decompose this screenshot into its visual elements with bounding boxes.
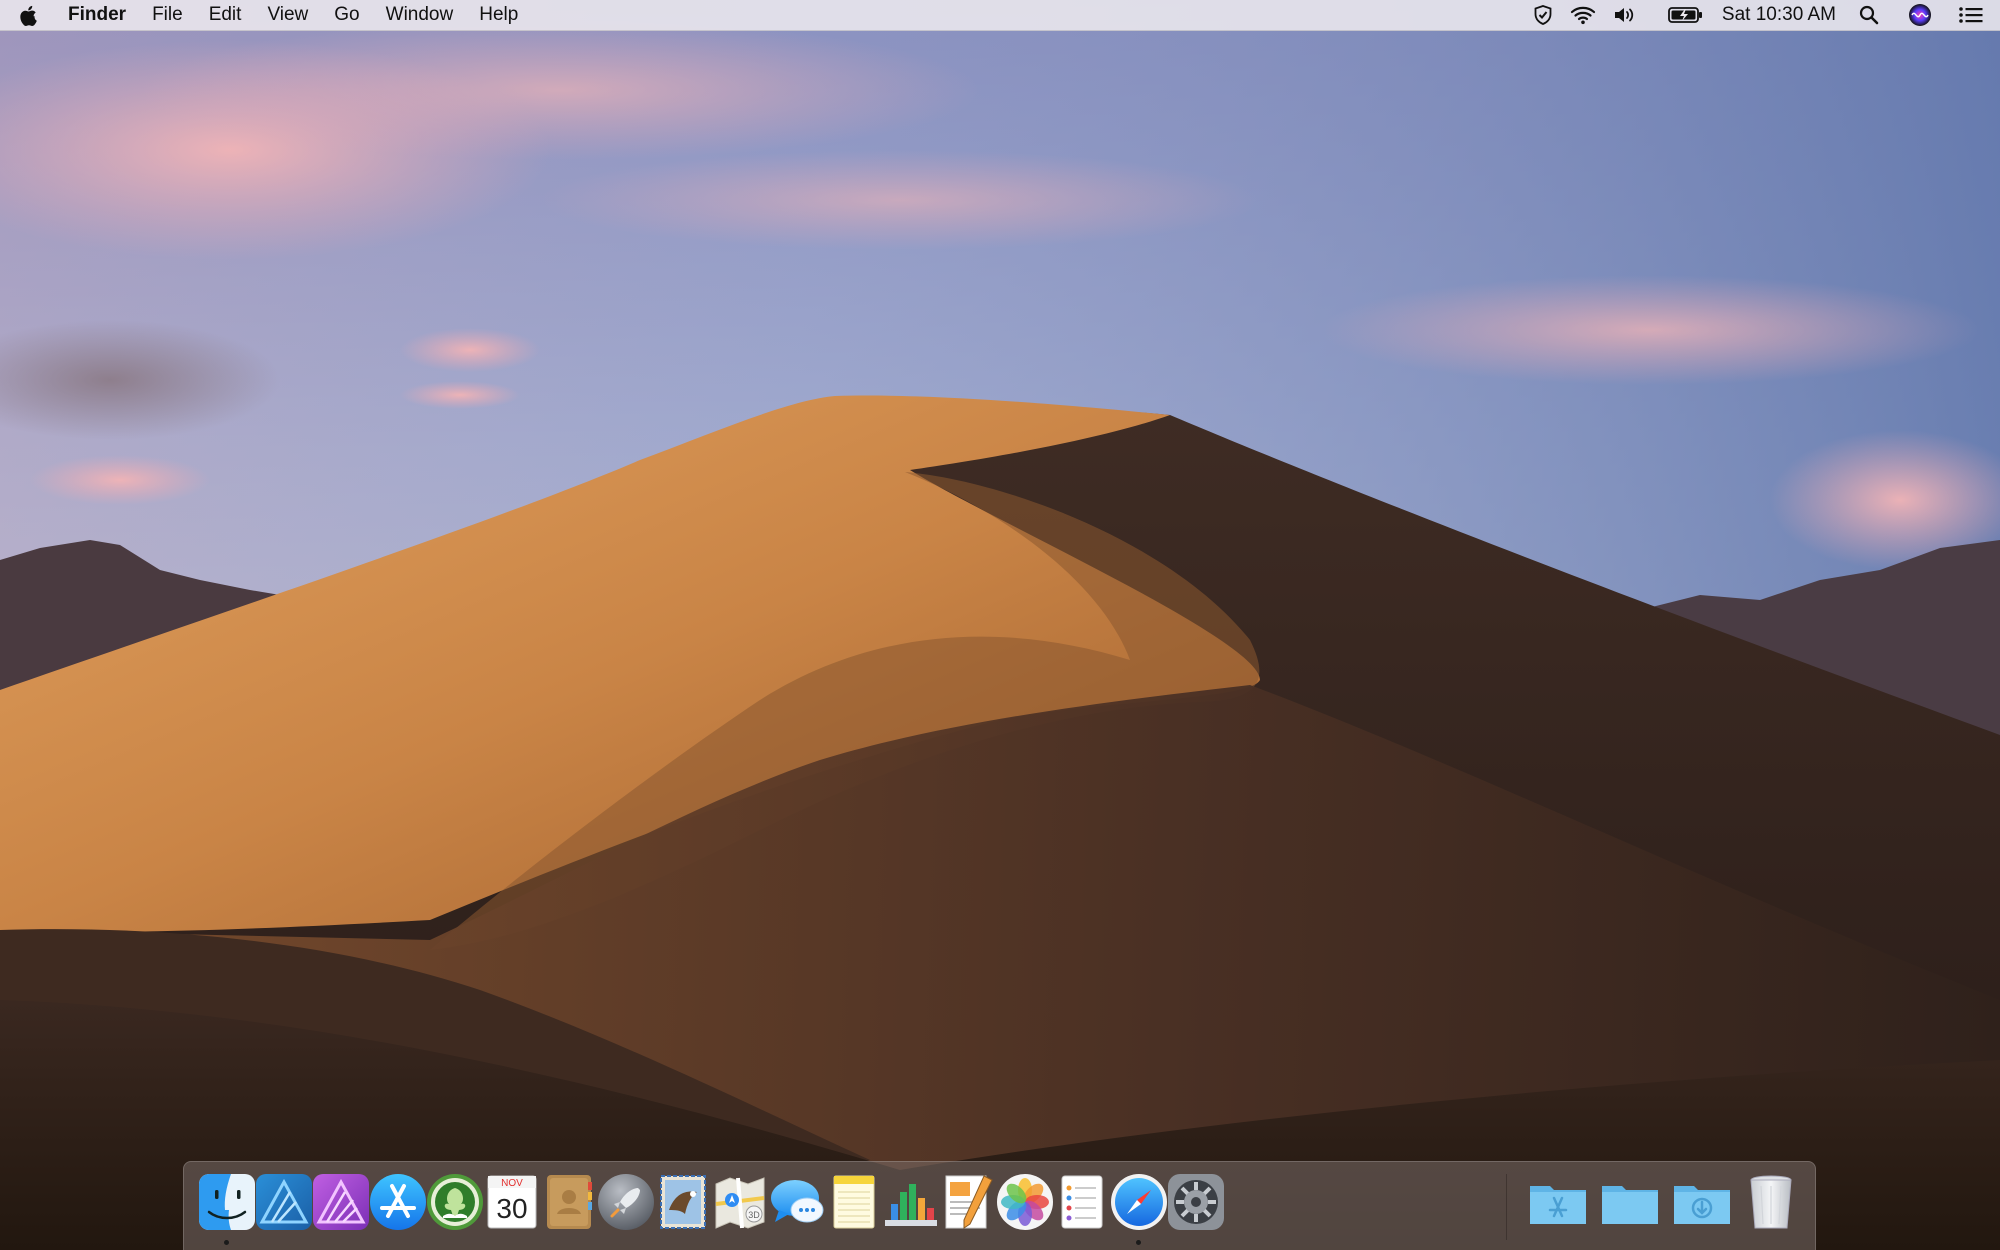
launchpad-icon[interactable] <box>594 1170 658 1234</box>
safari-icon[interactable] <box>1107 1170 1171 1245</box>
shield-check-icon[interactable] <box>1524 0 1562 30</box>
app-store-icon[interactable] <box>366 1170 430 1234</box>
dock-separator <box>1506 1174 1507 1240</box>
messages-icon[interactable] <box>765 1170 829 1234</box>
menu-file[interactable]: File <box>139 0 196 30</box>
mail-icon[interactable] <box>651 1170 715 1234</box>
menu-help[interactable]: Help <box>466 0 531 30</box>
spotlight-search-icon[interactable] <box>1850 0 1888 30</box>
affinity-designer-icon[interactable] <box>252 1170 316 1234</box>
dictionary-icon[interactable] <box>423 1170 487 1234</box>
maps-icon[interactable]: 3D <box>708 1170 772 1234</box>
menu-view[interactable]: View <box>254 0 321 30</box>
trash-icon[interactable] <box>1739 1170 1803 1234</box>
menu-window[interactable]: Window <box>373 0 467 30</box>
menu-app-name[interactable]: Finder <box>56 0 139 30</box>
pages-icon[interactable] <box>936 1170 1000 1234</box>
volume-icon[interactable] <box>1604 0 1646 30</box>
menu-go[interactable]: Go <box>321 0 372 30</box>
running-indicator <box>224 1240 229 1245</box>
calendar-day: 30 <box>496 1193 527 1224</box>
menu-clock[interactable]: Sat 10:30 AM <box>1712 0 1850 30</box>
system-preferences-icon[interactable] <box>1164 1170 1228 1234</box>
running-indicator <box>1136 1240 1141 1245</box>
documents-folder-icon[interactable] <box>1598 1170 1662 1234</box>
numbers-icon[interactable] <box>879 1170 943 1234</box>
battery-charging-icon[interactable] <box>1646 0 1712 30</box>
wifi-icon[interactable] <box>1562 0 1604 30</box>
downloads-folder-icon[interactable] <box>1670 1170 1734 1234</box>
notification-center-icon[interactable] <box>1940 0 2000 30</box>
finder-icon[interactable] <box>195 1170 259 1245</box>
svg-text:3D: 3D <box>748 1210 760 1220</box>
desktop-wallpaper <box>0 0 2000 1250</box>
menu-bar-left: Finder File Edit View Go Window Help <box>0 0 531 30</box>
affinity-photo-icon[interactable] <box>309 1170 373 1234</box>
reminders-icon[interactable] <box>1050 1170 1114 1234</box>
menu-bar-right: Sat 10:30 AM <box>1524 0 2000 30</box>
calendar-month: NOV <box>501 1178 523 1189</box>
photos-icon[interactable] <box>993 1170 1057 1234</box>
siri-icon[interactable] <box>1888 0 1940 30</box>
calendar-icon[interactable]: NOV 30 <box>480 1170 544 1234</box>
applications-folder-icon[interactable] <box>1526 1170 1590 1234</box>
dock: NOV 30 3D <box>183 1161 1816 1250</box>
apple-icon[interactable] <box>0 5 56 26</box>
menu-bar: Finder File Edit View Go Window Help Sat… <box>0 0 2000 31</box>
menu-edit[interactable]: Edit <box>196 0 255 30</box>
contacts-icon[interactable] <box>537 1170 601 1234</box>
notes-icon[interactable] <box>822 1170 886 1234</box>
